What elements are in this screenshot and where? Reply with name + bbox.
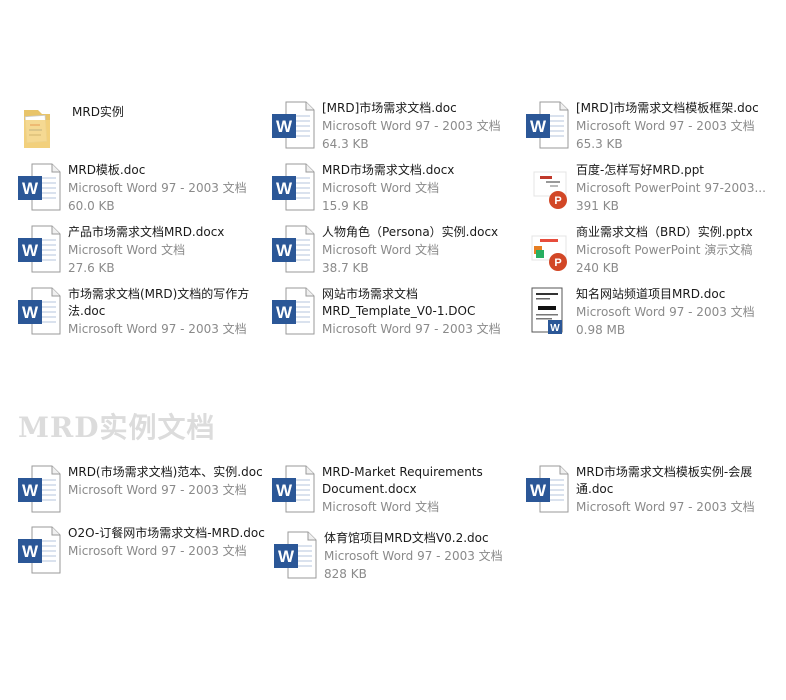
- file-item[interactable]: MRD模板.doc Microsoft Word 97 - 2003 文档 60…: [16, 162, 266, 222]
- file-name: MRD模板.doc: [68, 163, 146, 177]
- word-doc-icon: [524, 100, 570, 150]
- folder-icon: [20, 104, 66, 154]
- file-meta: 人物角色（Persona）实例.docx Microsoft Word 文档 3…: [322, 224, 520, 277]
- file-item[interactable]: MRD-Market Requirements Document.docx Mi…: [270, 464, 520, 524]
- word-doc-icon: [270, 286, 316, 336]
- file-type: Microsoft Word 97 - 2003 文档: [322, 119, 501, 133]
- file-item[interactable]: [MRD]市场需求文档模板框架.doc Microsoft Word 97 - …: [524, 100, 774, 160]
- word-doc-icon: [272, 530, 318, 580]
- file-size: 240 KB: [576, 261, 619, 275]
- file-meta: 产品市场需求文档MRD.docx Microsoft Word 文档 27.6 …: [68, 224, 266, 277]
- powerpoint-icon: P: [524, 162, 570, 212]
- file-meta: 知名网站频道项目MRD.doc Microsoft Word 97 - 2003…: [576, 286, 774, 339]
- file-type: Microsoft Word 文档: [322, 181, 440, 195]
- file-name: MRD实例: [72, 105, 124, 119]
- file-type: Microsoft Word 97 - 2003 文档: [322, 322, 501, 336]
- file-name: 人物角色（Persona）实例.docx: [322, 225, 499, 239]
- file-meta: O2O-订餐网市场需求文档-MRD.doc Microsoft Word 97 …: [68, 525, 266, 560]
- file-type: Microsoft Word 97 - 2003 文档: [324, 549, 503, 563]
- file-name: MRD市场需求文档模板实例-会展通.doc: [576, 465, 753, 496]
- file-name: 产品市场需求文档MRD.docx: [68, 225, 225, 239]
- word-doc-icon: [270, 162, 316, 212]
- file-name: 知名网站频道项目MRD.doc: [576, 287, 726, 301]
- file-name: 百度-怎样写好MRD.ppt: [576, 163, 705, 177]
- svg-text:W: W: [550, 323, 560, 334]
- file-item[interactable]: [MRD]市场需求文档.doc Microsoft Word 97 - 2003…: [270, 100, 520, 160]
- file-item[interactable]: O2O-订餐网市场需求文档-MRD.doc Microsoft Word 97 …: [16, 525, 266, 585]
- file-size: 64.3 KB: [322, 137, 369, 151]
- file-item[interactable]: 人物角色（Persona）实例.docx Microsoft Word 文档 3…: [270, 224, 520, 284]
- file-type: Microsoft Word 文档: [322, 500, 440, 514]
- file-item[interactable]: 体育馆项目MRD文档V0.2.doc Microsoft Word 97 - 2…: [272, 530, 522, 590]
- file-item[interactable]: W 知名网站频道项目MRD.doc Microsoft Word 97 - 20…: [524, 286, 774, 346]
- word-doc-icon: [16, 224, 62, 274]
- file-item[interactable]: P 百度-怎样写好MRD.ppt Microsoft PowerPoint 97…: [524, 162, 774, 222]
- file-size: 828 KB: [324, 567, 367, 581]
- file-meta: 体育馆项目MRD文档V0.2.doc Microsoft Word 97 - 2…: [324, 530, 522, 583]
- file-size: 0.98 MB: [576, 323, 626, 337]
- file-item[interactable]: 市场需求文档(MRD)文档的写作方法.doc Microsoft Word 97…: [16, 286, 266, 346]
- svg-text:P: P: [554, 257, 561, 269]
- file-size: 65.3 KB: [576, 137, 623, 151]
- file-name: 商业需求文档（BRD）实例.pptx: [576, 225, 753, 239]
- file-size: 60.0 KB: [68, 199, 115, 213]
- word-thumbnail-icon: W: [524, 286, 570, 336]
- file-size: 391 KB: [576, 199, 619, 213]
- svg-text:P: P: [554, 195, 561, 207]
- word-doc-icon: [16, 464, 62, 514]
- file-meta: 商业需求文档（BRD）实例.pptx Microsoft PowerPoint …: [576, 224, 774, 277]
- file-name: [MRD]市场需求文档.doc: [322, 101, 457, 115]
- word-doc-icon: [16, 286, 62, 336]
- file-meta: MRD市场需求文档.docx Microsoft Word 文档 15.9 KB: [322, 162, 520, 215]
- file-item[interactable]: MRD(市场需求文档)范本、实例.doc Microsoft Word 97 -…: [16, 464, 266, 524]
- file-item[interactable]: 产品市场需求文档MRD.docx Microsoft Word 文档 27.6 …: [16, 224, 266, 284]
- file-type: Microsoft Word 文档: [68, 243, 186, 257]
- file-type: Microsoft Word 97 - 2003 文档: [68, 483, 247, 497]
- file-meta: MRD市场需求文档模板实例-会展通.doc Microsoft Word 97 …: [576, 464, 774, 516]
- file-type: Microsoft Word 97 - 2003 文档: [576, 500, 755, 514]
- file-meta: MRD-Market Requirements Document.docx Mi…: [322, 464, 520, 516]
- file-meta: [MRD]市场需求文档.doc Microsoft Word 97 - 2003…: [322, 100, 520, 153]
- file-size: 15.9 KB: [322, 199, 369, 213]
- file-name: 市场需求文档(MRD)文档的写作方法.doc: [68, 287, 250, 318]
- file-name: MRD市场需求文档.docx: [322, 163, 455, 177]
- file-item[interactable]: 网站市场需求文档MRD_Template_V0-1.DOC Microsoft …: [270, 286, 520, 346]
- file-item[interactable]: MRD市场需求文档.docx Microsoft Word 文档 15.9 KB: [270, 162, 520, 222]
- file-type: Microsoft Word 97 - 2003 文档: [68, 322, 247, 336]
- file-name: 网站市场需求文档MRD_Template_V0-1.DOC: [322, 287, 476, 318]
- file-meta: 百度-怎样写好MRD.ppt Microsoft PowerPoint 97-2…: [576, 162, 774, 215]
- file-size: 27.6 KB: [68, 261, 115, 275]
- file-meta: [MRD]市场需求文档模板框架.doc Microsoft Word 97 - …: [576, 100, 774, 153]
- file-meta: 市场需求文档(MRD)文档的写作方法.doc Microsoft Word 97…: [68, 286, 266, 338]
- file-type: Microsoft Word 97 - 2003 文档: [68, 181, 247, 195]
- file-name: MRD-Market Requirements Document.docx: [322, 465, 483, 496]
- file-type: Microsoft Word 97 - 2003 文档: [68, 544, 247, 558]
- file-name: O2O-订餐网市场需求文档-MRD.doc: [68, 526, 265, 540]
- file-item[interactable]: MRD市场需求文档模板实例-会展通.doc Microsoft Word 97 …: [524, 464, 774, 524]
- file-meta: 网站市场需求文档MRD_Template_V0-1.DOC Microsoft …: [322, 286, 520, 338]
- word-doc-icon: [270, 224, 316, 274]
- file-size: 38.7 KB: [322, 261, 369, 275]
- file-name: [MRD]市场需求文档模板框架.doc: [576, 101, 759, 115]
- word-doc-icon: [270, 100, 316, 150]
- file-meta: MRD模板.doc Microsoft Word 97 - 2003 文档 60…: [68, 162, 266, 215]
- file-type: Microsoft Word 97 - 2003 文档: [576, 119, 755, 133]
- file-item[interactable]: P 商业需求文档（BRD）实例.pptx Microsoft PowerPoin…: [524, 224, 774, 284]
- file-type: Microsoft PowerPoint 演示文稿: [576, 243, 753, 257]
- file-meta: MRD实例: [72, 104, 270, 121]
- word-doc-icon: [16, 525, 62, 575]
- folder-item-mrd[interactable]: MRD实例: [20, 104, 270, 164]
- word-doc-icon: [524, 464, 570, 514]
- file-meta: MRD(市场需求文档)范本、实例.doc Microsoft Word 97 -…: [68, 464, 266, 499]
- powerpoint-icon: P: [524, 224, 570, 274]
- file-name: 体育馆项目MRD文档V0.2.doc: [324, 531, 489, 545]
- word-doc-icon: [270, 464, 316, 514]
- file-type: Microsoft PowerPoint 97-2003...: [576, 181, 766, 195]
- section-heading: MRD实例文档: [18, 411, 216, 444]
- file-type: Microsoft Word 文档: [322, 243, 440, 257]
- word-doc-icon: [16, 162, 62, 212]
- file-name: MRD(市场需求文档)范本、实例.doc: [68, 465, 263, 479]
- file-type: Microsoft Word 97 - 2003 文档: [576, 305, 755, 319]
